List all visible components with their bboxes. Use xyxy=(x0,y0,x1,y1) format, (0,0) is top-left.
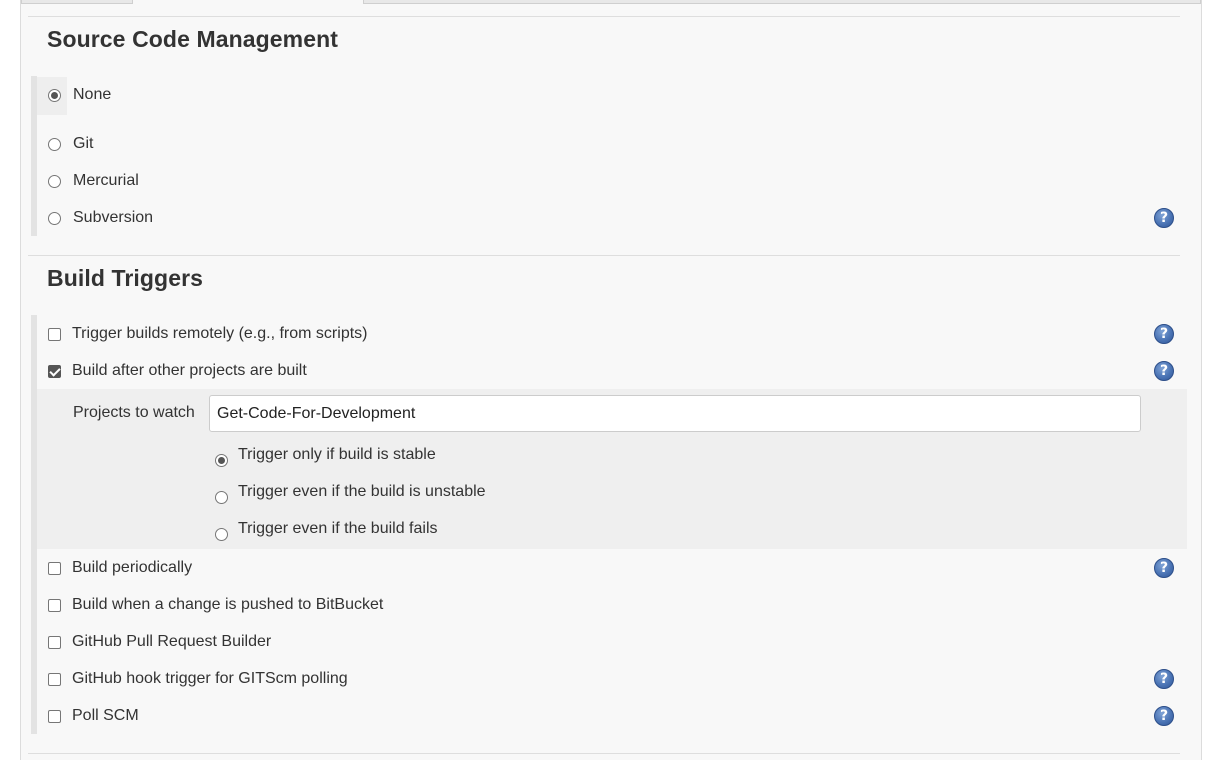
trigger-option-label: Trigger even if the build is unstable xyxy=(238,483,486,500)
trigger-option-label: Trigger even if the build fails xyxy=(238,520,438,537)
build-periodically-row[interactable]: Build periodically xyxy=(48,556,192,580)
help-icon[interactable]: ? xyxy=(1154,208,1174,228)
scm-option-mercurial[interactable]: Mercurial xyxy=(48,169,139,193)
section-divider xyxy=(28,255,1180,256)
help-icon[interactable]: ? xyxy=(1154,558,1174,578)
scm-section-title: Source Code Management xyxy=(47,26,339,52)
poll-scm-checkbox[interactable] xyxy=(48,709,61,723)
section-divider xyxy=(28,753,1180,754)
trigger-label: GitHub Pull Request Builder xyxy=(72,633,272,650)
help-icon[interactable]: ? xyxy=(1154,706,1174,726)
build-after-row[interactable]: Build after other projects are built xyxy=(48,359,307,383)
trigger-fails-option[interactable]: Trigger even if the build fails xyxy=(215,519,438,543)
build-after-checkbox[interactable] xyxy=(48,364,61,378)
section-divider xyxy=(28,16,1180,17)
scm-option-subversion[interactable]: Subversion xyxy=(48,206,153,230)
github-hook-row[interactable]: GitHub hook trigger for GITScm polling xyxy=(48,667,348,691)
trigger-stable-option[interactable]: Trigger only if build is stable xyxy=(215,445,436,469)
trigger-stable-radio[interactable] xyxy=(215,453,228,467)
bitbucket-push-checkbox[interactable] xyxy=(48,598,61,612)
help-icon[interactable]: ? xyxy=(1154,361,1174,381)
scm-option-git[interactable]: Git xyxy=(48,132,93,156)
scm-subversion-radio[interactable] xyxy=(48,211,61,225)
projects-to-watch-label: Projects to watch xyxy=(73,404,195,421)
trigger-unstable-radio[interactable] xyxy=(215,490,228,504)
trigger-label: Build when a change is pushed to BitBuck… xyxy=(72,596,384,613)
github-pr-builder-checkbox[interactable] xyxy=(48,635,61,649)
scm-none-radio[interactable] xyxy=(48,88,61,102)
config-panel: Source Code Management None Git Mercuria… xyxy=(20,0,1202,760)
trigger-option-label: Trigger only if build is stable xyxy=(238,446,436,463)
scm-option-label: Git xyxy=(73,135,94,152)
github-hook-checkbox[interactable] xyxy=(48,672,61,686)
tab-active[interactable] xyxy=(132,0,364,4)
scm-mercurial-radio[interactable] xyxy=(48,174,61,188)
poll-scm-row[interactable]: Poll SCM xyxy=(48,704,139,728)
projects-to-watch-input[interactable] xyxy=(209,395,1141,432)
trigger-unstable-option[interactable]: Trigger even if the build is unstable xyxy=(215,482,486,506)
trigger-remote-checkbox[interactable] xyxy=(48,327,61,341)
trigger-label: Trigger builds remotely (e.g., from scri… xyxy=(72,325,368,342)
bitbucket-push-row[interactable]: Build when a change is pushed to BitBuck… xyxy=(48,593,383,617)
build-periodically-checkbox[interactable] xyxy=(48,561,61,575)
github-pr-builder-row[interactable]: GitHub Pull Request Builder xyxy=(48,630,271,654)
tab-previous[interactable] xyxy=(21,0,133,4)
scm-option-label: Mercurial xyxy=(73,172,139,189)
scm-option-label: Subversion xyxy=(73,209,154,226)
scm-option-label: None xyxy=(73,86,112,103)
trigger-label: Poll SCM xyxy=(72,707,139,724)
tab-next[interactable] xyxy=(363,0,1201,4)
trigger-label: Build after other projects are built xyxy=(72,362,307,379)
trigger-label: Build periodically xyxy=(72,559,193,576)
help-icon[interactable]: ? xyxy=(1154,324,1174,344)
trigger-remote-row[interactable]: Trigger builds remotely (e.g., from scri… xyxy=(48,322,367,346)
help-icon[interactable]: ? xyxy=(1154,669,1174,689)
scm-git-radio[interactable] xyxy=(48,137,61,151)
trigger-label: GitHub hook trigger for GITScm polling xyxy=(72,670,348,687)
trigger-fails-radio[interactable] xyxy=(215,527,228,541)
scm-option-none[interactable]: None xyxy=(48,83,111,107)
build-triggers-title: Build Triggers xyxy=(47,265,204,291)
tab-strip xyxy=(21,0,1201,4)
